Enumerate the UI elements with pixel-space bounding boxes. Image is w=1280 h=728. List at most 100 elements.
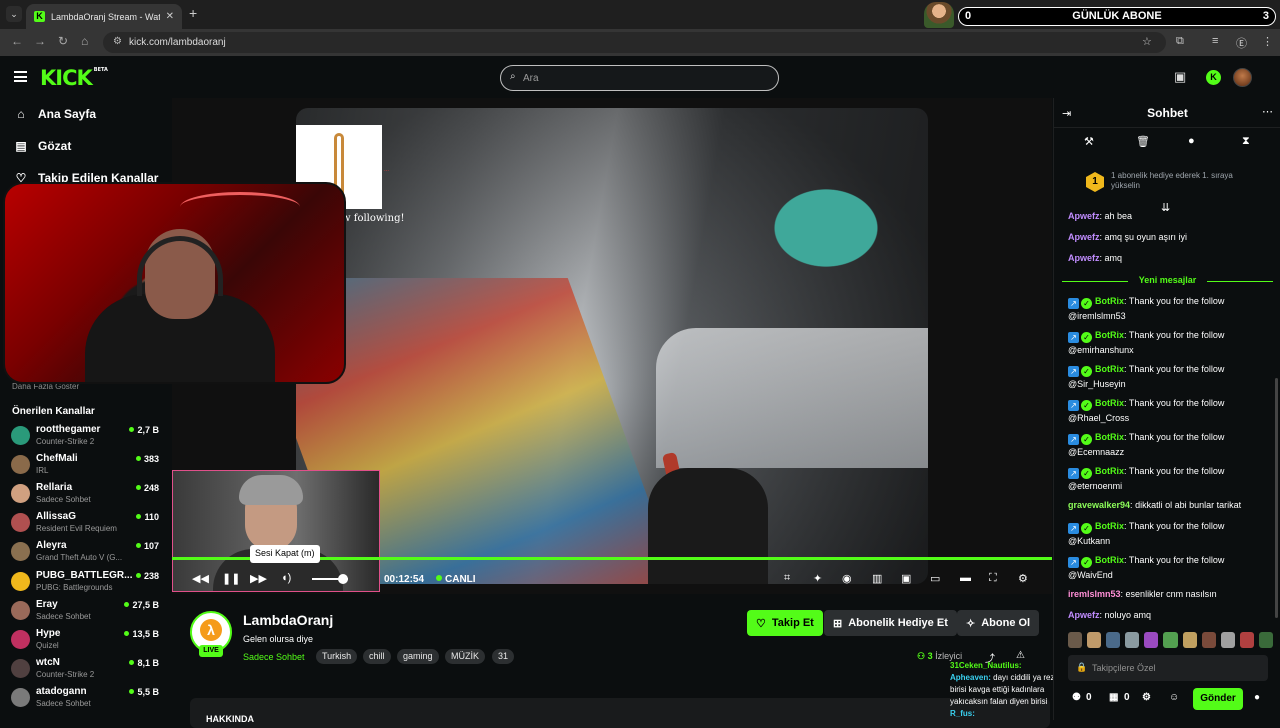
gift-sub-button[interactable]: ⊞ Abonelik Hediye Et [824,610,957,636]
url-bar[interactable]: ⚙ kick.com/lambdaoranj [103,32,1166,53]
browser-tab[interactable]: K LambdaOranj Stream - Watch L ✕ [26,4,182,29]
tag-chip[interactable]: chill [363,649,391,664]
recommended-channel-item[interactable]: rootthegamer Counter-Strike 2 2,7 B [11,423,161,451]
menu-icon[interactable] [14,71,27,82]
recommended-channel-item[interactable]: Aleyra Grand Theft Auto V (G... 107 [11,539,161,567]
clip-icon[interactable]: ⌗ [784,572,790,585]
emote-icon[interactable] [1144,632,1159,648]
emote-picker-icon[interactable]: ☺ [1169,692,1179,703]
url-text: kick.com/lambdaoranj [129,37,226,48]
tag-chip[interactable]: 31 [492,649,515,664]
emote-icon[interactable] [1258,632,1274,648]
chat-username[interactable]: Apwefz [1068,211,1100,221]
tab-search-button[interactable]: ⌄ [6,6,22,22]
user-avatar[interactable] [1233,68,1252,87]
chat-username[interactable]: BotRix [1095,296,1124,306]
new-tab-button[interactable]: + [189,5,197,21]
chat-username[interactable]: iremlslmn53 [1068,589,1121,599]
follow-button[interactable]: ♡ Takip Et [747,610,823,636]
store-icon[interactable]: ▦ [1109,692,1118,703]
live-indicator[interactable]: CANLI [436,574,476,585]
theater-mode-icon[interactable]: ▬ [960,572,971,584]
trash-icon[interactable]: 🗑 [1136,135,1150,148]
pause-icon[interactable]: ❚❚ [222,572,240,585]
emote-icon[interactable] [1106,632,1121,648]
kick-logo[interactable]: KICK BETA [40,66,108,90]
back-icon[interactable]: ← [11,34,23,48]
extensions-icon[interactable]: ⧉ [1176,35,1184,48]
chat-scrollbar[interactable] [1275,378,1278,618]
chat-bubble-icon[interactable]: ● [1188,135,1195,147]
chat-username[interactable]: BotRix [1095,555,1124,565]
channel-item-viewers: 238 [135,571,159,581]
subscribe-button[interactable]: ✧ Abone Ol [957,610,1040,636]
hourglass-icon[interactable]: ⧗ [1242,135,1250,148]
sidebar-item-home[interactable]: ⌂ Ana Sayfa [14,107,96,121]
chat-username[interactable]: Apwefz [1068,610,1100,620]
chat-username[interactable]: Apwefz [1068,253,1100,263]
home-browser-icon[interactable]: ⌂ [81,34,88,48]
settings-icon[interactable]: ⚙ [1018,572,1028,585]
chat-input[interactable]: 🔒 Takipçilere Özel [1068,655,1268,681]
sparkle-icon[interactable]: ✦ [813,572,822,585]
volume-thumb[interactable] [337,574,348,584]
profile-icon[interactable]: Ⓔ [1236,35,1247,51]
bookmark-star-icon[interactable]: ☆ [1142,35,1152,48]
chat-username[interactable]: BotRix [1095,398,1124,408]
stats-icon[interactable]: ▥ [872,572,882,585]
chat-username[interactable]: BotRix [1095,432,1124,442]
chat-username[interactable]: BotRix [1095,466,1124,476]
chat-username[interactable]: BotRix [1095,364,1124,374]
chat-settings-icon[interactable]: ⚙ [1142,692,1151,703]
emote-icon[interactable] [1182,632,1197,648]
points-icon[interactable]: ⚉ [1072,692,1081,703]
emote-icon[interactable] [1220,632,1235,648]
stream-category[interactable]: Sadece Sohbet [243,652,305,662]
site-info-icon[interactable]: ⚙ [113,36,122,47]
chat-bubble-icon[interactable]: ● [1254,692,1260,703]
drops-icon[interactable]: ▣ [1174,69,1186,85]
search-input[interactable]: ⌕ Ara [500,65,779,91]
emote-icon[interactable] [1239,632,1254,648]
recommended-channel-item[interactable]: wtcN Counter-Strike 2 8,1 B [11,656,161,684]
browser-menu-icon[interactable]: ⋮ [1262,35,1273,48]
chat-options-icon[interactable]: ⋯ [1262,105,1273,118]
chat-username[interactable]: BotRix [1095,330,1124,340]
pip-icon[interactable]: ▣ [901,572,911,585]
hammer-icon[interactable]: ⚒ [1084,135,1094,148]
send-button[interactable]: Gönder [1193,688,1243,710]
gift-leaderboard-banner[interactable]: 1 1 abonelik hediye ederek 1. sıraya yük… [1084,168,1254,194]
emote-icon[interactable] [1087,632,1102,648]
rewind-icon[interactable]: ◀◀ [192,572,209,585]
tag-chip[interactable]: Turkish [316,649,358,664]
tag-chip[interactable]: MÜZİK [445,649,485,664]
cast-icon[interactable]: ▭ [930,572,940,585]
fullscreen-icon[interactable]: ⛶ [989,572,997,585]
forward-icon[interactable]: → [34,34,46,48]
reload-icon[interactable]: ↻ [58,34,68,48]
recommended-channel-item[interactable]: Hype Quizel 13,5 B [11,627,161,655]
fast-forward-icon[interactable]: ▶▶ [250,572,267,585]
channel-name[interactable]: LambdaOranj [243,612,333,628]
chat-username[interactable]: gravewalker94 [1068,500,1130,510]
emote-icon[interactable] [1201,632,1216,648]
volume-icon[interactable]: ◖) [281,572,291,584]
emote-icon[interactable] [1163,632,1178,648]
chat-username[interactable]: Apwefz [1068,232,1100,242]
emote-icon[interactable] [1125,632,1140,648]
recommended-channel-item[interactable]: atadogann Sadece Sohbet 5,5 B [11,685,161,713]
recommended-channel-item[interactable]: PUBG_BATTLEGR... PUBG: Battlegrounds 238 [11,569,161,597]
recommended-channel-item[interactable]: AllissaG Resident Evil Requiem 110 [11,510,161,538]
emote-icon[interactable] [1068,632,1083,648]
recommended-channel-item[interactable]: Rellaria Sadece Sohbet 248 [11,481,161,509]
search-placeholder: Ara [523,73,539,84]
sidebar-item-browse[interactable]: ▤ Gözat [14,139,71,153]
recommended-channel-item[interactable]: ChefMali IRL 383 [11,452,161,480]
chat-username[interactable]: BotRix [1095,521,1124,531]
media-control-icon[interactable]: ≡ [1212,35,1218,47]
close-tab-icon[interactable]: ✕ [166,11,174,22]
kick-rewards-icon[interactable]: K [1206,70,1221,85]
recommended-channel-item[interactable]: Eray Sadece Sohbet 27,5 B [11,598,161,626]
quality-icon[interactable]: ◉ [842,572,852,585]
tag-chip[interactable]: gaming [397,649,439,664]
